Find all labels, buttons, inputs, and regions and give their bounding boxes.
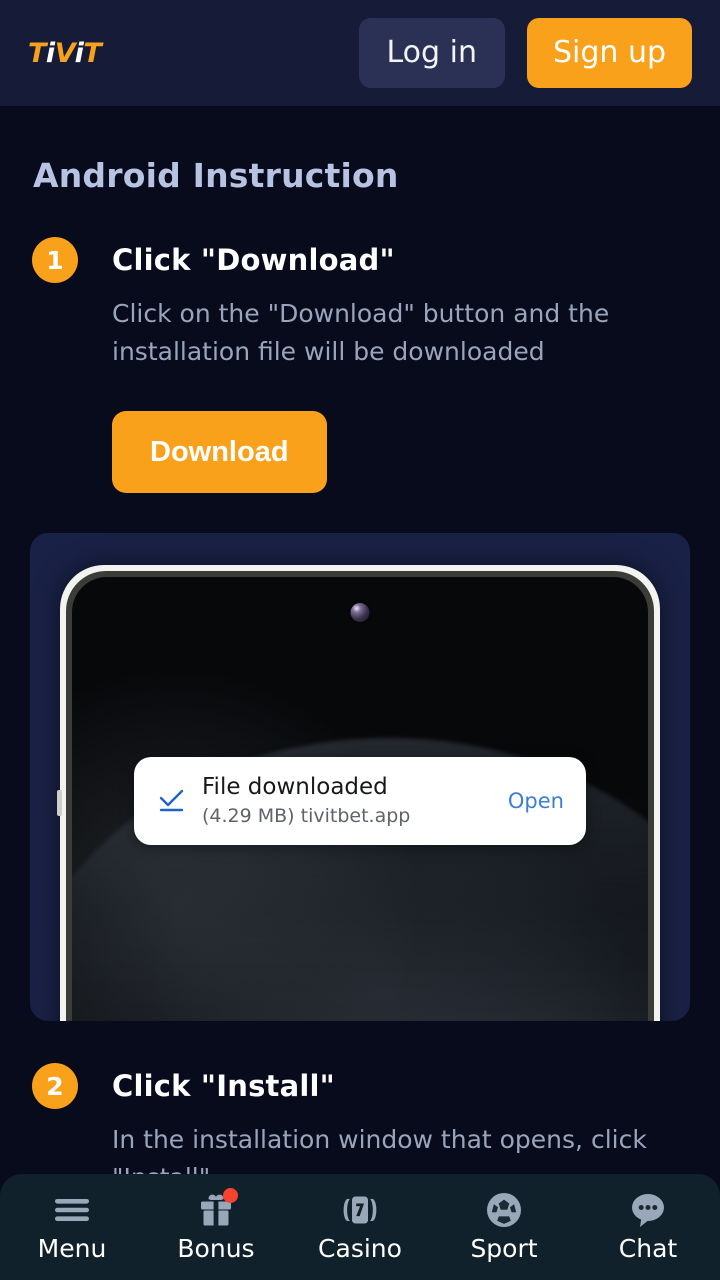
- nav-item-bonus[interactable]: Bonus: [144, 1174, 288, 1280]
- slot-machine-seven-icon: [336, 1190, 384, 1230]
- nav-item-menu[interactable]: Menu: [0, 1174, 144, 1280]
- download-toast-body: File downloaded (4.29 MB) tivitbet.app: [202, 773, 494, 829]
- logo-letter-2: i: [45, 37, 55, 69]
- step-title: Click "Install": [112, 1069, 335, 1103]
- nav-label-chat: Chat: [618, 1234, 678, 1263]
- app-header: TiViT Log in Sign up: [0, 0, 720, 106]
- signup-button[interactable]: Sign up: [526, 18, 692, 88]
- phone-mockup-card: File downloaded (4.29 MB) tivitbet.app O…: [30, 533, 690, 1021]
- phone-frame: File downloaded (4.29 MB) tivitbet.app O…: [57, 565, 660, 1021]
- logo-letter-5: T: [83, 37, 102, 69]
- instruction-step-2: 2 Click "Install" In the installation wi…: [0, 1063, 720, 1174]
- logo-letter-1: T: [28, 37, 46, 69]
- gift-icon: [192, 1188, 240, 1230]
- brand-logo[interactable]: TiViT: [28, 37, 102, 69]
- hamburger-menu-icon: [48, 1190, 96, 1230]
- page-title: Android Instruction: [33, 156, 399, 195]
- step-description: In the installation window that opens, c…: [112, 1125, 647, 1174]
- step-number-badge: 2: [32, 1063, 78, 1109]
- punch-hole-camera-icon: [350, 603, 370, 622]
- download-button[interactable]: Download: [112, 411, 327, 493]
- phone-screen: File downloaded (4.29 MB) tivitbet.app O…: [72, 577, 648, 1021]
- download-check-icon: [152, 788, 192, 814]
- soccer-ball-icon: [480, 1190, 528, 1230]
- bottom-navigation: Menu Bonus Casino Sport Chat: [0, 1174, 720, 1280]
- nav-label-menu: Menu: [37, 1234, 107, 1263]
- download-toast-subtitle: (4.29 MB) tivitbet.app: [202, 805, 411, 827]
- login-button[interactable]: Log in: [358, 18, 505, 88]
- instruction-step-1: 1 Click "Download" Click on the "Downloa…: [0, 237, 720, 371]
- header-actions: Log in Sign up: [358, 18, 692, 88]
- nav-label-bonus: Bonus: [177, 1234, 255, 1263]
- nav-item-chat[interactable]: Chat: [576, 1174, 720, 1280]
- nav-item-casino[interactable]: Casino: [288, 1174, 432, 1280]
- step-title: Click "Download": [112, 243, 395, 277]
- phone-side-button-icon: [57, 790, 62, 816]
- logo-letter-3: V: [54, 37, 75, 69]
- phone-bezel: File downloaded (4.29 MB) tivitbet.app O…: [66, 571, 654, 1021]
- nav-label-sport: Sport: [470, 1234, 538, 1263]
- bonus-badge-dot: [223, 1188, 238, 1203]
- nav-label-casino: Casino: [318, 1234, 402, 1263]
- step-number-badge: 1: [32, 237, 78, 283]
- nav-item-sport[interactable]: Sport: [432, 1174, 576, 1280]
- step-description: Click on the "Download" button and the i…: [112, 299, 610, 366]
- download-toast[interactable]: File downloaded (4.29 MB) tivitbet.app O…: [134, 757, 586, 845]
- chat-bubble-icon: [624, 1190, 672, 1230]
- main-content: Android Instruction 1 Click "Download" C…: [0, 106, 720, 1174]
- download-toast-title: File downloaded: [202, 774, 388, 800]
- open-file-link[interactable]: Open: [508, 789, 564, 813]
